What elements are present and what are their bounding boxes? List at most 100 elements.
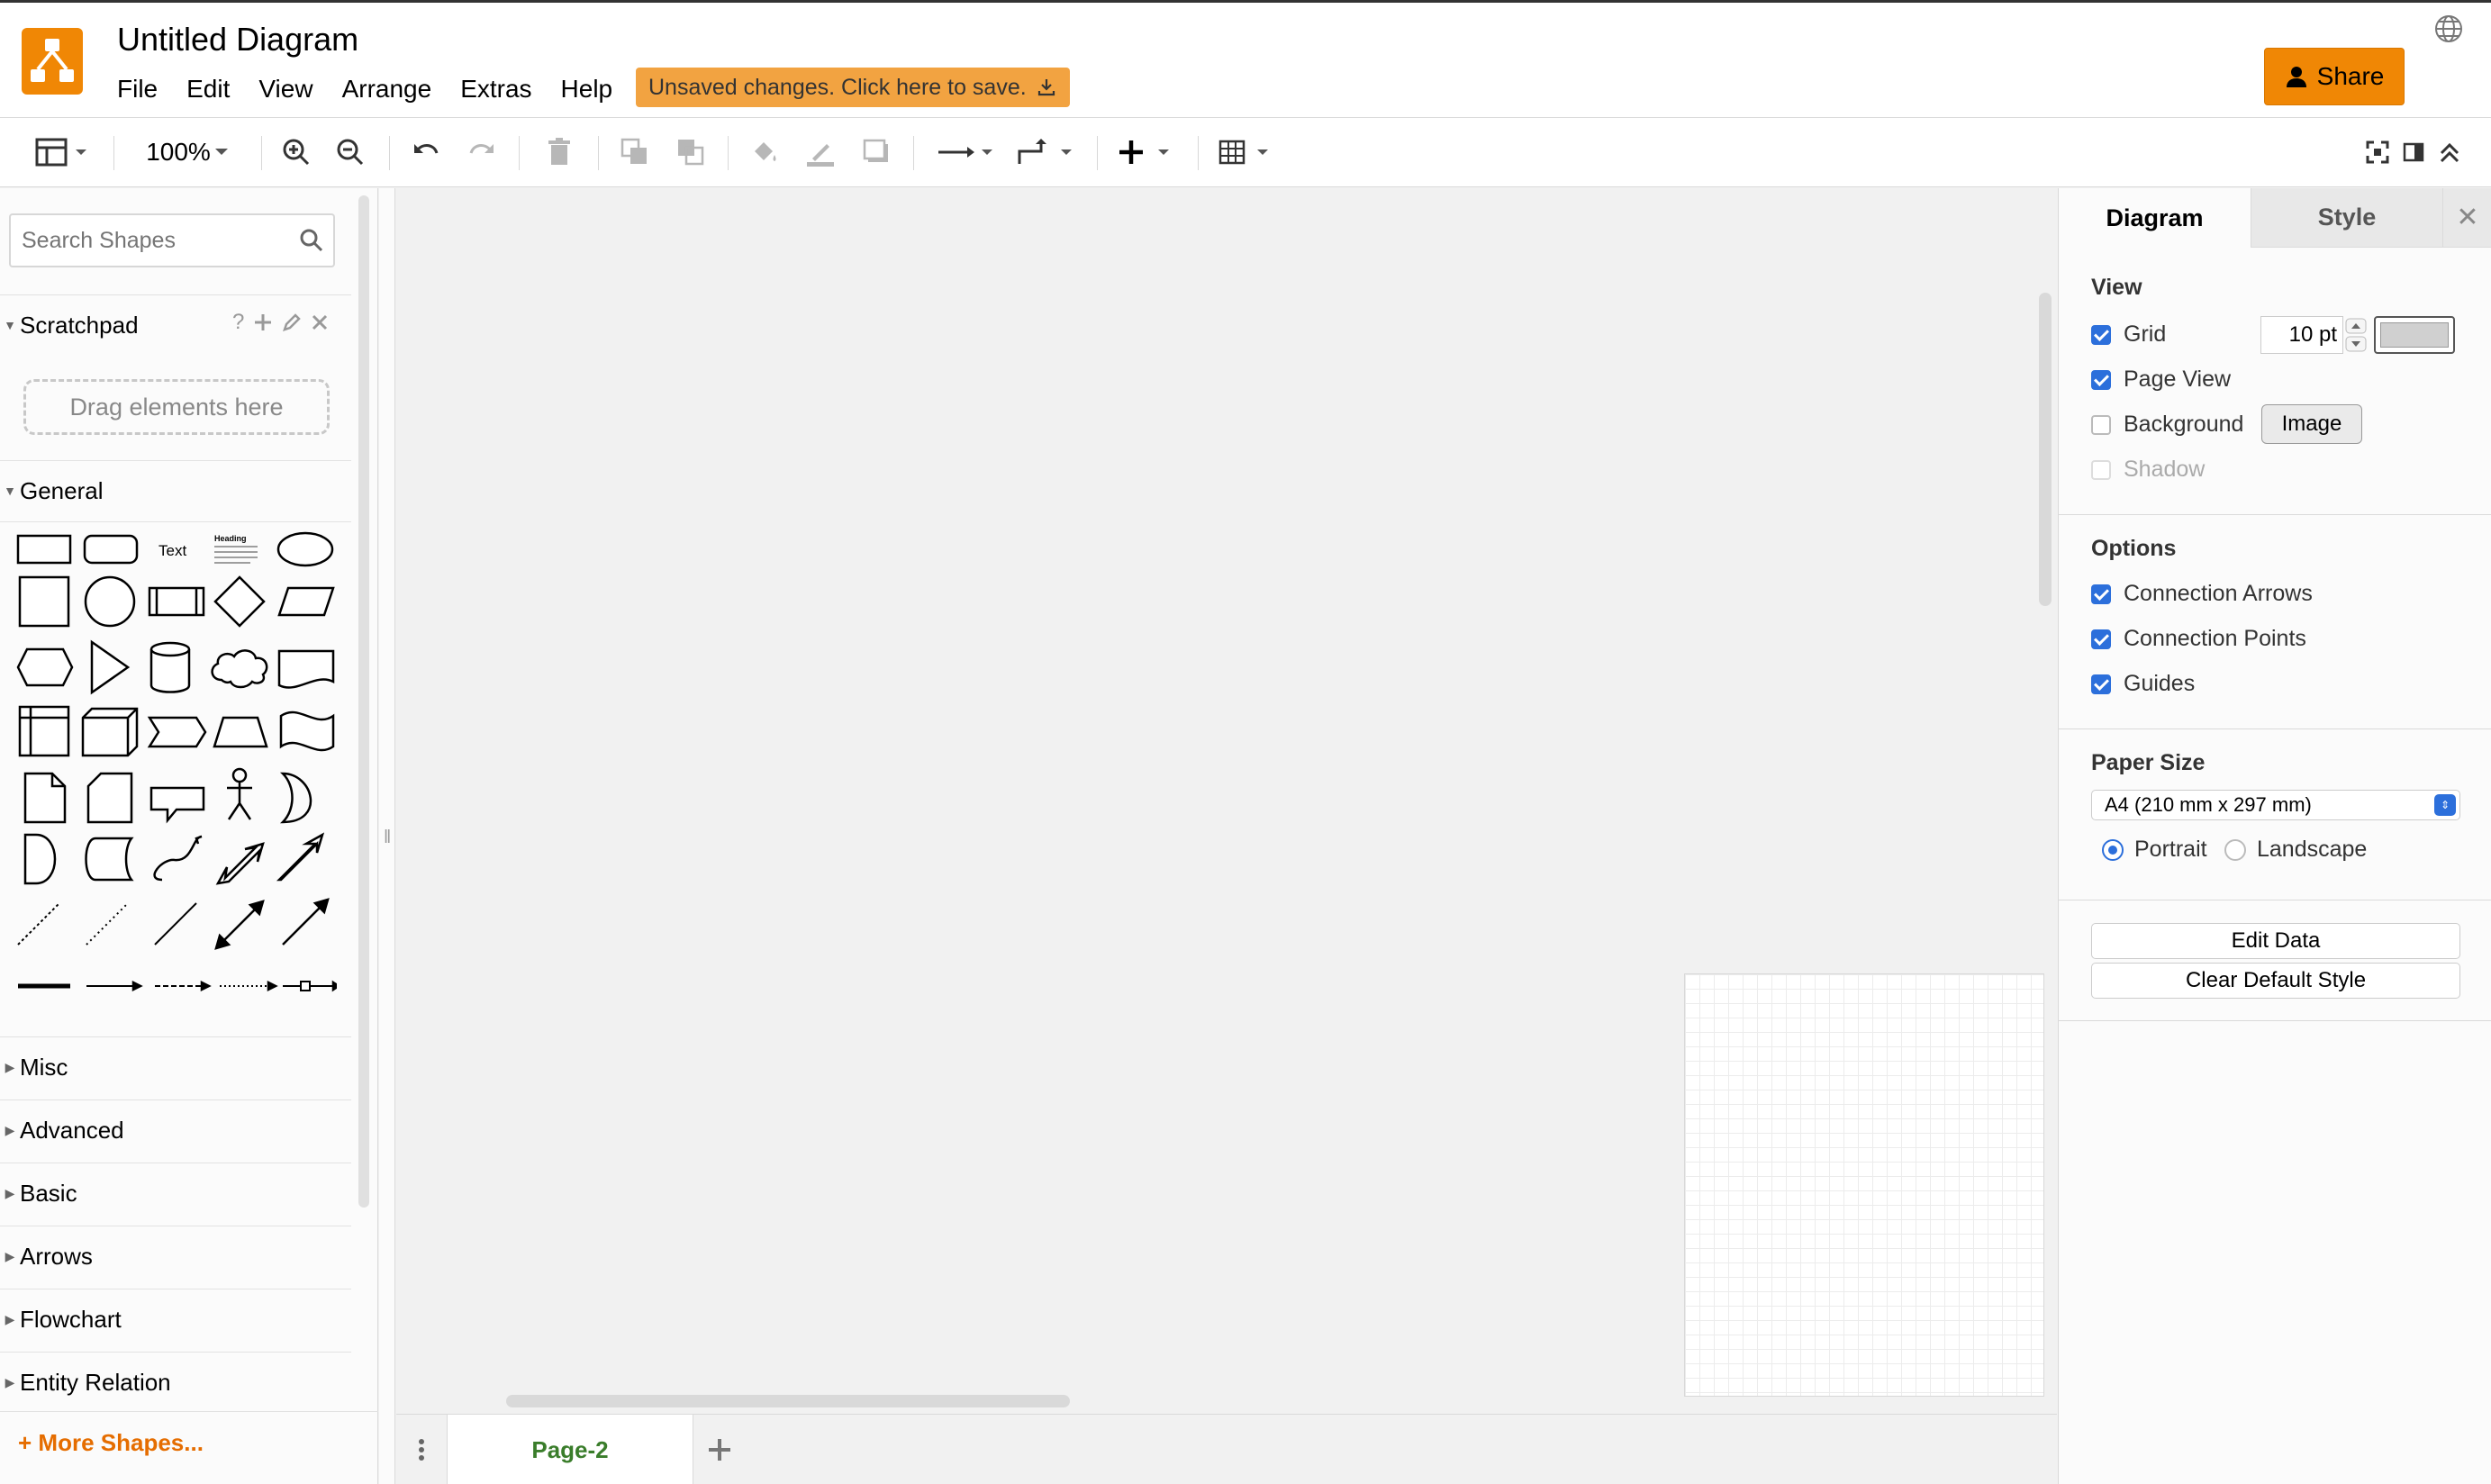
shape-directional-connector[interactable] bbox=[282, 898, 330, 946]
tab-diagram[interactable]: Diagram bbox=[2059, 188, 2251, 248]
grid-checkbox-row[interactable]: Grid bbox=[2091, 321, 2166, 348]
menu-file[interactable]: File bbox=[117, 75, 172, 104]
share-button[interactable]: Share bbox=[2264, 48, 2405, 105]
shape-triangle[interactable] bbox=[90, 639, 131, 695]
vertical-scrollbar[interactable] bbox=[2039, 293, 2052, 606]
grid-color-swatch[interactable] bbox=[2374, 316, 2455, 354]
page-sheet-grid[interactable] bbox=[1684, 973, 2044, 1397]
shape-bidirectional-connector[interactable] bbox=[214, 900, 265, 950]
library-entity-relation[interactable]: ▶ Entity Relation bbox=[0, 1364, 351, 1400]
format-panel-toggle[interactable] bbox=[31, 131, 94, 174]
search-shapes-input[interactable] bbox=[11, 215, 299, 266]
shape-callout[interactable] bbox=[149, 786, 205, 824]
shape-data-storage[interactable] bbox=[85, 837, 134, 882]
sidebar-splitter[interactable]: ‖ bbox=[379, 188, 395, 1484]
connection-arrows-checkbox[interactable] bbox=[2091, 584, 2111, 604]
shadow-checkbox-row[interactable]: Shadow bbox=[2091, 457, 2205, 483]
collapse-toolbar-button[interactable] bbox=[2433, 131, 2466, 174]
grid-checkbox[interactable] bbox=[2091, 324, 2111, 345]
redo-button[interactable] bbox=[463, 131, 501, 174]
scratchpad-drop-zone[interactable]: Drag elements here bbox=[23, 379, 330, 435]
guides-row[interactable]: Guides bbox=[2091, 671, 2195, 697]
shape-textbox[interactable]: Heading bbox=[214, 534, 258, 564]
shape-dashed-line[interactable] bbox=[17, 902, 60, 946]
shape-hexagon[interactable] bbox=[16, 647, 74, 687]
shape-dotted-connector[interactable] bbox=[220, 980, 278, 992]
shape-delay[interactable] bbox=[23, 833, 57, 885]
shadow-checkbox[interactable] bbox=[2091, 459, 2111, 480]
background-checkbox[interactable] bbox=[2091, 414, 2111, 435]
plus-icon[interactable] bbox=[253, 312, 273, 332]
zoom-out-button[interactable] bbox=[331, 131, 369, 174]
shape-arrow[interactable] bbox=[276, 832, 325, 882]
pencil-icon[interactable] bbox=[282, 312, 302, 332]
library-arrows[interactable]: ▶ Arrows bbox=[0, 1238, 351, 1274]
paper-size-select[interactable]: A4 (210 mm x 297 mm) ⇕ bbox=[2091, 790, 2460, 820]
help-icon[interactable]: ? bbox=[232, 310, 244, 335]
menu-extras[interactable]: Extras bbox=[446, 75, 546, 104]
sidebar-scrollbar[interactable] bbox=[358, 195, 369, 1208]
menu-edit[interactable]: Edit bbox=[172, 75, 244, 104]
splitter-grip-icon[interactable]: ‖ bbox=[384, 828, 391, 848]
general-header[interactable]: ▼ General bbox=[0, 473, 351, 509]
line-color-button[interactable] bbox=[802, 131, 839, 174]
library-basic[interactable]: ▶ Basic bbox=[0, 1175, 351, 1211]
shape-process[interactable] bbox=[148, 586, 205, 617]
shape-internal-storage[interactable] bbox=[18, 705, 70, 757]
shadow-button[interactable] bbox=[857, 131, 895, 174]
grid-size-stepper[interactable] bbox=[2345, 318, 2367, 352]
connection-points-checkbox[interactable] bbox=[2091, 629, 2111, 649]
toggle-panel-button[interactable] bbox=[2397, 131, 2430, 174]
library-misc[interactable]: ▶ Misc bbox=[0, 1049, 351, 1085]
globe-icon[interactable] bbox=[2433, 14, 2464, 44]
more-shapes-button[interactable]: + More Shapes... bbox=[18, 1429, 204, 1457]
shape-dotted-line[interactable] bbox=[86, 902, 129, 946]
add-page-icon[interactable] bbox=[706, 1436, 733, 1463]
drawio-logo-icon[interactable] bbox=[22, 28, 83, 95]
guides-checkbox[interactable] bbox=[2091, 674, 2111, 694]
shape-dashed-connector[interactable] bbox=[155, 980, 212, 992]
connection-style-dropdown[interactable] bbox=[933, 131, 998, 174]
to-front-button[interactable] bbox=[616, 131, 654, 174]
search-icon[interactable] bbox=[299, 228, 324, 253]
shape-card[interactable] bbox=[86, 772, 133, 824]
page-view-checkbox-row[interactable]: Page View bbox=[2091, 366, 2231, 393]
insert-dropdown[interactable] bbox=[1117, 131, 1182, 174]
shape-bidirectional-arrow[interactable] bbox=[215, 842, 265, 885]
chevron-up-icon[interactable] bbox=[2345, 318, 2367, 334]
zoom-dropdown[interactable]: 100% bbox=[135, 131, 243, 174]
waypoints-dropdown[interactable] bbox=[1012, 131, 1077, 174]
shape-connector-arrow[interactable] bbox=[86, 980, 143, 992]
shape-curve[interactable] bbox=[153, 835, 203, 882]
shape-ellipse[interactable] bbox=[276, 531, 334, 567]
diagram-canvas[interactable] bbox=[396, 188, 2057, 1413]
library-advanced[interactable]: ▶ Advanced bbox=[0, 1112, 351, 1148]
horizontal-scrollbar[interactable] bbox=[506, 1395, 1070, 1407]
connection-points-row[interactable]: Connection Points bbox=[2091, 626, 2306, 652]
portrait-radio-row[interactable]: Portrait bbox=[2102, 837, 2207, 863]
to-back-button[interactable] bbox=[672, 131, 710, 174]
menu-help[interactable]: Help bbox=[547, 75, 628, 104]
chevron-down-icon[interactable] bbox=[2345, 336, 2367, 352]
shape-rounded-rectangle[interactable] bbox=[83, 534, 139, 565]
shape-tape[interactable] bbox=[279, 710, 335, 752]
shape-document[interactable] bbox=[277, 649, 335, 689]
shape-step[interactable] bbox=[147, 716, 207, 748]
close-panel-icon[interactable]: ✕ bbox=[2443, 188, 2491, 248]
clear-default-style-button[interactable]: Clear Default Style bbox=[2091, 963, 2460, 999]
landscape-radio-row[interactable]: Landscape bbox=[2224, 837, 2367, 863]
shape-or[interactable] bbox=[279, 772, 312, 824]
tab-style[interactable]: Style bbox=[2251, 188, 2443, 248]
shape-note[interactable] bbox=[23, 772, 67, 824]
shape-cube[interactable] bbox=[81, 707, 139, 757]
close-icon[interactable] bbox=[311, 313, 329, 331]
landscape-radio[interactable] bbox=[2224, 838, 2246, 861]
table-dropdown[interactable] bbox=[1216, 131, 1281, 174]
library-flowchart[interactable]: ▶ Flowchart bbox=[0, 1301, 351, 1337]
zoom-in-button[interactable] bbox=[277, 131, 315, 174]
shape-rectangle[interactable] bbox=[16, 534, 72, 565]
shape-square[interactable] bbox=[18, 575, 70, 628]
delete-button[interactable] bbox=[540, 131, 578, 174]
undo-button[interactable] bbox=[407, 131, 445, 174]
page-view-checkbox[interactable] bbox=[2091, 369, 2111, 390]
